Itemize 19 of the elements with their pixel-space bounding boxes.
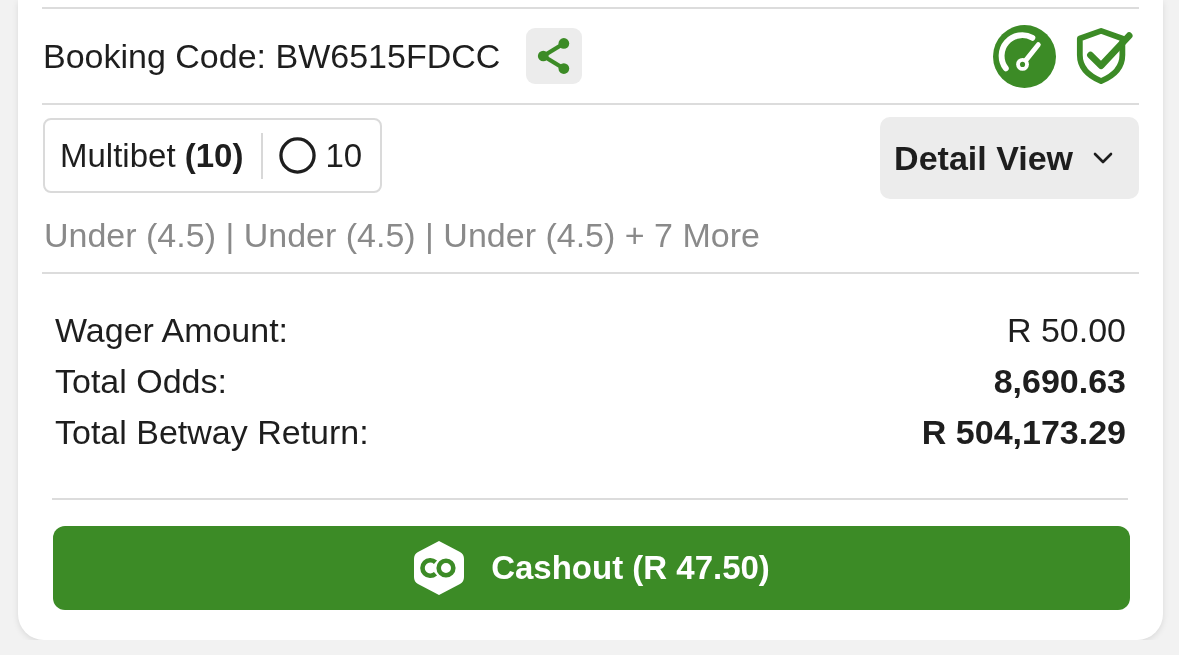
detail-label: Total Betway Return: — [55, 413, 369, 452]
chevron-down-icon — [1093, 152, 1113, 164]
share-icon — [537, 37, 572, 75]
detail-value: 8,690.63 — [993, 362, 1126, 401]
detail-value: R 50.00 — [1006, 311, 1126, 350]
gauge-icon — [993, 24, 1056, 88]
booking-code: Booking Code: BW6515FDCC — [43, 36, 501, 76]
selection-count: 10 — [325, 136, 363, 175]
detail-label: Wager Amount: — [55, 311, 289, 350]
selections-summary: Under (4.5) | Under (4.5) | Under (4.5) + 7 More — [44, 216, 760, 255]
detail-view-button[interactable]: Detail View — [880, 117, 1139, 199]
circle-icon — [279, 137, 317, 174]
detail-label: Total Odds: — [55, 362, 227, 401]
detail-value: R 504,173.29 — [921, 413, 1126, 452]
bet-type-label: Multibet (10) — [60, 136, 244, 175]
share-button[interactable] — [526, 28, 583, 84]
cashout-button[interactable]: Cashout (R 47.50) — [53, 526, 1130, 610]
shield-check-icon — [1075, 27, 1133, 85]
cashout-logo-icon — [413, 539, 466, 597]
